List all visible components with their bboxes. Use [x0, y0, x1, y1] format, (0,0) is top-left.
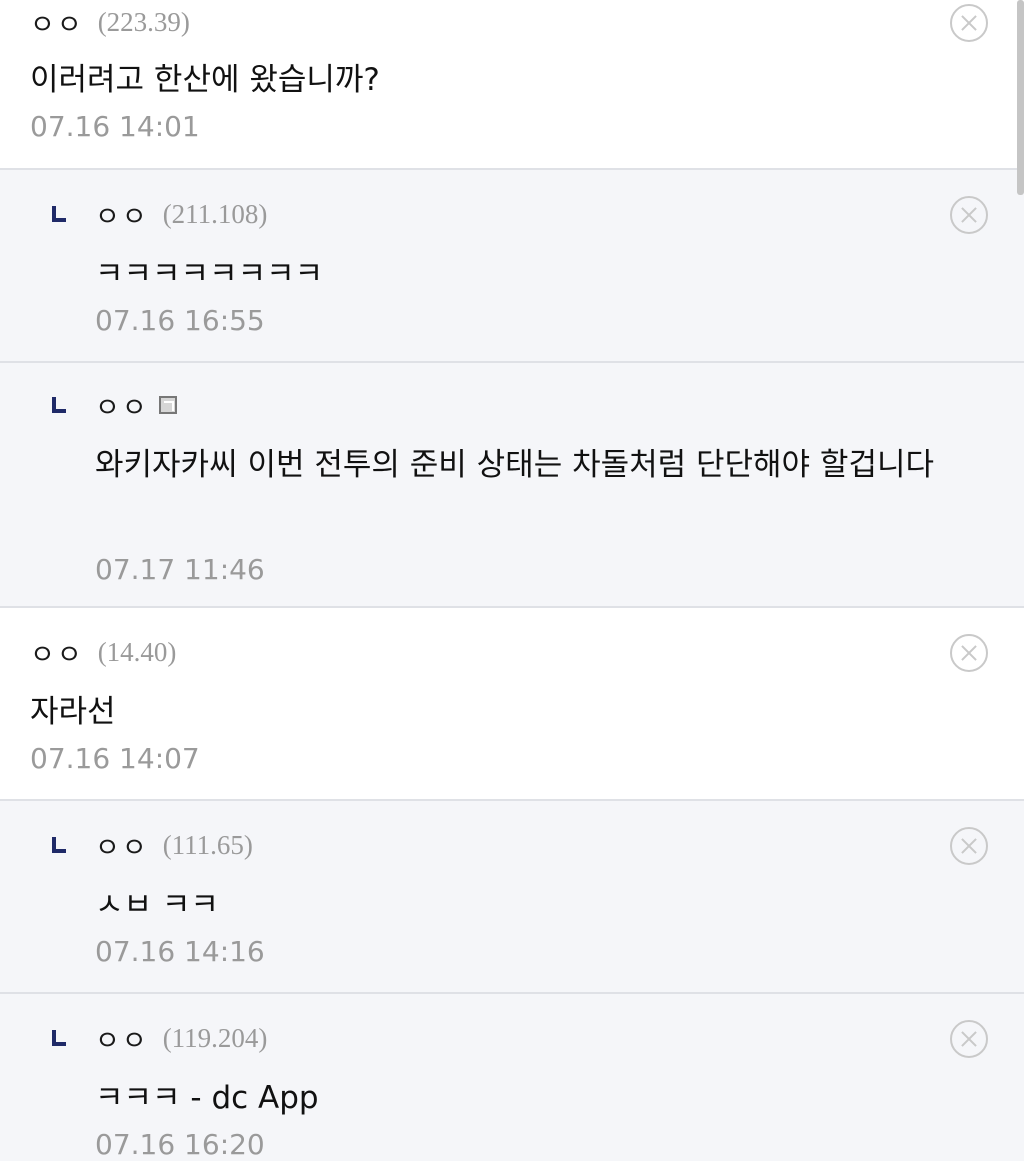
reply-arrow-icon [52, 206, 66, 222]
comment-nickname[interactable]: ㅇㅇ [30, 633, 84, 672]
comment-item: ㅇㅇ (14.40) 자라선 07.16 14:07 [0, 608, 1024, 801]
comment-ip: (211.108) [162, 198, 268, 229]
comment-text: ㅋㅋㅋ - dc App [95, 1080, 319, 1116]
comment-text: ㅋㅋㅋㅋㅋㅋㅋㅋ [95, 256, 324, 292]
reply-item: ㅇㅇ (211.108) ㅋㅋㅋㅋㅋㅋㅋㅋ 07.16 16:55 [0, 170, 1024, 363]
fixed-nick-icon [158, 396, 177, 414]
comment-header: ㅇㅇ (14.40) [0, 632, 1024, 672]
comment-time: 07.16 16:55 [95, 304, 265, 337]
comment-list: ㅇㅇ (223.39) 이러려고 한산에 왔습니까? 07.16 14:01 ㅇ… [0, 0, 1024, 1161]
comment-header: ㅇㅇ (119.204) [0, 1018, 1024, 1058]
reply-item: ㅇㅇ (119.204) ㅋㅋㅋ - dc App 07.16 16:20 [0, 994, 1024, 1161]
delete-comment-button[interactable] [950, 634, 988, 672]
comment-text: 와키자카씨 이번 전투의 준비 상태는 차돌처럼 단단해야 할겁니다 [95, 447, 935, 483]
reply-arrow-icon [52, 397, 66, 413]
delete-comment-button[interactable] [950, 827, 988, 865]
reply-item: ㅇㅇ (111.65) ㅅㅂ ㅋㅋ 07.16 14:16 [0, 801, 1024, 994]
comment-time: 07.16 14:16 [95, 935, 265, 968]
reply-arrow-icon [52, 837, 66, 853]
comment-time: 07.16 16:20 [95, 1128, 265, 1161]
comment-ip: (14.40) [97, 636, 177, 667]
reply-item: ㅇㅇ 와키자카씨 이번 전투의 준비 상태는 차돌처럼 단단해야 할겁니다 07… [0, 363, 1024, 608]
delete-comment-button[interactable] [950, 1020, 988, 1058]
comment-header: ㅇㅇ (211.108) [0, 194, 1024, 234]
comment-ip: (119.204) [162, 1022, 268, 1053]
comment-time: 07.17 11:46 [95, 553, 265, 586]
comment-item: ㅇㅇ (223.39) 이러려고 한산에 왔습니까? 07.16 14:01 [0, 0, 1024, 170]
comment-nickname[interactable]: ㅇㅇ [95, 826, 149, 865]
comment-nickname[interactable]: ㅇㅇ [30, 3, 84, 42]
comment-nickname[interactable]: ㅇㅇ [95, 1019, 149, 1058]
reply-arrow-icon [52, 1030, 66, 1046]
scrollbar-thumb[interactable] [1017, 0, 1024, 195]
comment-nickname[interactable]: ㅇㅇ [95, 195, 149, 234]
comment-ip: (111.65) [162, 829, 253, 860]
delete-comment-button[interactable] [950, 196, 988, 234]
comment-text: 자라선 [30, 694, 116, 730]
delete-comment-button[interactable] [950, 4, 988, 42]
comment-header: ㅇㅇ (111.65) [0, 825, 1024, 865]
comment-time: 07.16 14:07 [30, 742, 200, 775]
comment-text: ㅅㅂ ㅋㅋ [95, 887, 219, 923]
comment-time: 07.16 14:01 [30, 110, 200, 143]
comment-ip: (223.39) [97, 6, 190, 37]
comment-text: 이러려고 한산에 왔습니까? [30, 62, 380, 98]
comment-header: ㅇㅇ (223.39) [0, 2, 1024, 42]
comment-header: ㅇㅇ [0, 385, 1024, 425]
comment-nickname[interactable]: ㅇㅇ [95, 386, 149, 425]
